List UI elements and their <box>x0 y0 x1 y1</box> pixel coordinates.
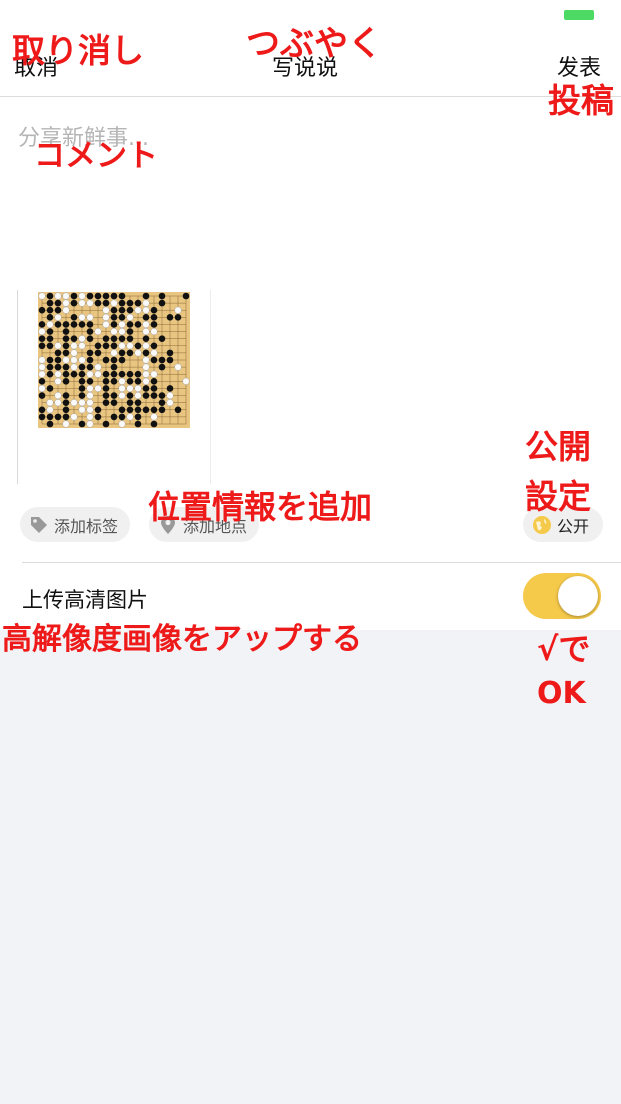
annotation-privacy-line2: 設定 <box>525 477 591 516</box>
add-tag-chip[interactable]: 添加标签 <box>20 507 131 542</box>
toggle-knob <box>558 576 598 616</box>
add-tag-label: 添加标签 <box>54 516 119 536</box>
annotation-cancel: 取り消し <box>12 31 144 70</box>
battery-icon <box>564 10 594 20</box>
attached-photo[interactable] <box>17 290 211 484</box>
settings-divider <box>22 562 621 563</box>
annotation-title: つぶやく <box>246 24 382 64</box>
tag-icon <box>28 514 50 536</box>
hd-upload-label: 上传高清图片 <box>22 588 148 612</box>
compose-screen: 取消 写说说 发表 分享新鲜事... 添加标签 添加地点 公开 上传高清图片 <box>0 0 621 630</box>
annotation-post: 投稿 <box>548 81 614 120</box>
annotation-ok-line1: √で <box>537 630 591 668</box>
annotation-location: 位置情報を追加 <box>148 488 373 526</box>
go-board-image <box>38 292 190 428</box>
annotation-hd: 高解像度画像をアップする <box>2 622 362 657</box>
hd-upload-toggle[interactable] <box>523 573 601 619</box>
annotation-comment: コメント <box>34 138 158 174</box>
annotation-privacy-line1: 公開 <box>525 427 591 466</box>
annotation-ok-line2: OK <box>537 676 586 711</box>
header-divider <box>0 96 621 97</box>
